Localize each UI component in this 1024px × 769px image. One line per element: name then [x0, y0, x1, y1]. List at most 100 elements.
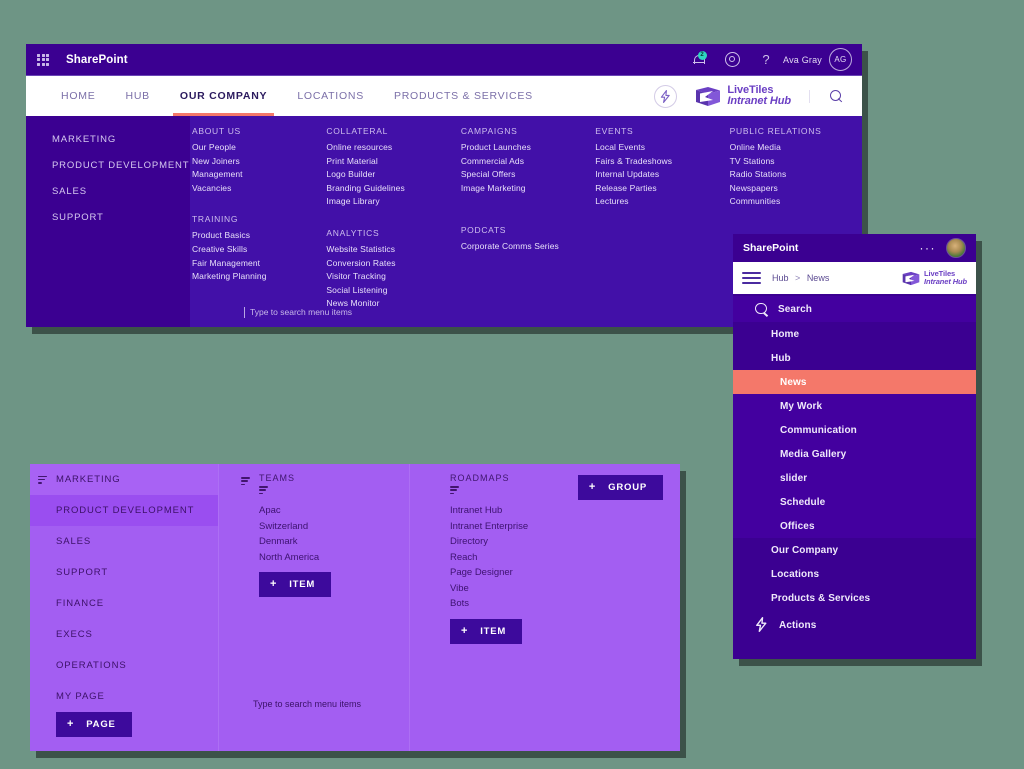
- editor-link[interactable]: Switzerland: [259, 519, 409, 535]
- megamenu-link[interactable]: Corporate Comms Series: [461, 240, 593, 254]
- mobile-item-products-and-services[interactable]: Products & Services: [733, 586, 976, 610]
- breadcrumb-root[interactable]: Hub: [772, 273, 789, 283]
- editor-link[interactable]: Reach: [450, 550, 680, 566]
- editor-item-execs[interactable]: EXECS: [30, 619, 218, 650]
- megamenu-left-item-support[interactable]: SUPPORT: [26, 204, 190, 230]
- editor-link[interactable]: Vibe: [450, 581, 680, 597]
- mobile-item-actions[interactable]: Actions: [733, 610, 976, 641]
- megamenu-link[interactable]: Internal Updates: [595, 168, 727, 182]
- mobile-item-schedule[interactable]: Schedule: [733, 490, 976, 514]
- mobile-item-news[interactable]: News: [733, 370, 976, 394]
- megamenu-link[interactable]: Marketing Planning: [192, 270, 324, 284]
- megamenu-link[interactable]: Communities: [730, 195, 862, 209]
- drag-handle-icon[interactable]: [259, 486, 268, 495]
- editor-item-finance[interactable]: FINANCE: [30, 588, 218, 619]
- lightning-bolt-icon[interactable]: [654, 84, 678, 108]
- tab-products-and-services[interactable]: PRODUCTS & SERVICES: [379, 76, 548, 116]
- avatar[interactable]: [946, 238, 966, 258]
- search-button[interactable]: [809, 89, 862, 103]
- editor-item-support[interactable]: SUPPORT: [30, 557, 218, 588]
- megamenu-link[interactable]: Product Launches: [461, 141, 593, 155]
- drag-handle-icon[interactable]: [241, 477, 250, 486]
- notifications-button[interactable]: 2: [681, 44, 715, 75]
- editor-link[interactable]: Denmark: [259, 534, 409, 550]
- editor-group-teams-heading[interactable]: TEAMS: [219, 464, 409, 495]
- editor-link[interactable]: Apac: [259, 503, 409, 519]
- megamenu-link[interactable]: Fair Management: [192, 257, 324, 271]
- megamenu-link[interactable]: Social Listening: [326, 284, 458, 298]
- megamenu-link[interactable]: Radio Stations: [730, 168, 862, 182]
- megamenu-link[interactable]: Creative Skills: [192, 243, 324, 257]
- megamenu-link[interactable]: Management: [192, 168, 324, 182]
- help-button[interactable]: ?: [749, 44, 783, 75]
- mobile-item-home[interactable]: Home: [733, 322, 976, 346]
- editor-link[interactable]: Intranet Enterprise: [450, 519, 680, 535]
- megamenu-left-item-marketing[interactable]: MARKETING: [26, 126, 190, 152]
- megamenu-link[interactable]: Conversion Rates: [326, 257, 458, 271]
- tab-locations[interactable]: LOCATIONS: [282, 76, 379, 116]
- editor-link[interactable]: Directory: [450, 534, 680, 550]
- megamenu-link[interactable]: New Joiners: [192, 155, 324, 169]
- add-group-button[interactable]: + GROUP: [577, 475, 663, 500]
- megamenu-link[interactable]: Fairs & Tradeshows: [595, 155, 727, 169]
- megamenu-search-input[interactable]: Type to search menu items: [244, 307, 352, 318]
- megamenu-link[interactable]: Print Material: [326, 155, 458, 169]
- megamenu-link[interactable]: Image Library: [326, 195, 458, 209]
- add-page-button[interactable]: + PAGE: [56, 712, 132, 737]
- mobile-item-slider[interactable]: slider: [733, 466, 976, 490]
- editor-search-input[interactable]: Type to search menu items: [253, 699, 361, 709]
- megamenu-link[interactable]: Newspapers: [730, 182, 862, 196]
- add-item-button-roadmaps[interactable]: + ITEM: [450, 618, 523, 644]
- avatar[interactable]: AG: [829, 48, 852, 71]
- megamenu-link[interactable]: TV Stations: [730, 155, 862, 169]
- add-item-button-teams[interactable]: + ITEM: [259, 572, 332, 597]
- mobile-item-hub[interactable]: Hub: [733, 346, 976, 370]
- settings-button[interactable]: [715, 44, 749, 75]
- editor-link[interactable]: Page Designer: [450, 565, 680, 581]
- editor-item-operations[interactable]: OPERATIONS: [30, 650, 218, 681]
- megamenu-link[interactable]: Local Events: [595, 141, 727, 155]
- editor-item-marketing[interactable]: MARKETING: [30, 464, 218, 495]
- megamenu-link[interactable]: Special Offers: [461, 168, 593, 182]
- app-launcher-icon[interactable]: [37, 53, 49, 66]
- megamenu-link[interactable]: Image Marketing: [461, 182, 593, 196]
- megamenu-left-item-product-development[interactable]: PRODUCT DEVELOPMENT: [26, 152, 190, 178]
- tab-hub[interactable]: HUB: [111, 76, 165, 116]
- megamenu-link[interactable]: Online Media: [730, 141, 862, 155]
- editor-item-label: MARKETING: [56, 474, 121, 485]
- mobile-item-media-gallery[interactable]: Media Gallery: [733, 442, 976, 466]
- megamenu-link[interactable]: Online resources: [326, 141, 458, 155]
- megamenu-link[interactable]: Lectures: [595, 195, 727, 209]
- megamenu-left-item-sales[interactable]: SALES: [26, 178, 190, 204]
- drag-handle-icon[interactable]: [450, 486, 459, 495]
- editor-item-my-page[interactable]: MY PAGE: [30, 681, 218, 712]
- tab-our-company[interactable]: OUR COMPANY: [165, 76, 282, 116]
- editor-item-product-development[interactable]: PRODUCT DEVELOPMENT: [30, 495, 218, 526]
- add-item-label: ITEM: [289, 579, 316, 590]
- mobile-item-my-work[interactable]: My Work: [733, 394, 976, 418]
- mobile-item-locations[interactable]: Locations: [733, 562, 976, 586]
- logo-line-2: Intranet Hub: [727, 95, 791, 107]
- megamenu-link[interactable]: Commercial Ads: [461, 155, 593, 169]
- megamenu-link[interactable]: Our People: [192, 141, 324, 155]
- megamenu-link[interactable]: Product Basics: [192, 229, 324, 243]
- editor-link[interactable]: North America: [259, 550, 409, 566]
- megamenu-link[interactable]: Logo Builder: [326, 168, 458, 182]
- megamenu-link[interactable]: Visitor Tracking: [326, 270, 458, 284]
- overflow-menu-icon[interactable]: ···: [920, 241, 937, 255]
- mobile-search-item[interactable]: Search: [733, 296, 976, 322]
- megamenu-link[interactable]: Vacancies: [192, 182, 324, 196]
- editor-item-sales[interactable]: SALES: [30, 526, 218, 557]
- tab-home[interactable]: HOME: [46, 76, 111, 116]
- livetiles-logo-mark: [696, 86, 721, 106]
- megamenu-link[interactable]: Release Parties: [595, 182, 727, 196]
- megamenu-link[interactable]: Website Statistics: [326, 243, 458, 257]
- mobile-item-communication[interactable]: Communication: [733, 418, 976, 442]
- mobile-item-our-company[interactable]: Our Company: [733, 538, 976, 562]
- editor-link[interactable]: Intranet Hub: [450, 503, 680, 519]
- mobile-item-offices[interactable]: Offices: [733, 514, 976, 538]
- drag-handle-icon[interactable]: [38, 475, 47, 484]
- hamburger-menu-icon[interactable]: [742, 272, 761, 284]
- editor-link[interactable]: Bots: [450, 596, 680, 612]
- megamenu-link[interactable]: Branding Guidelines: [326, 182, 458, 196]
